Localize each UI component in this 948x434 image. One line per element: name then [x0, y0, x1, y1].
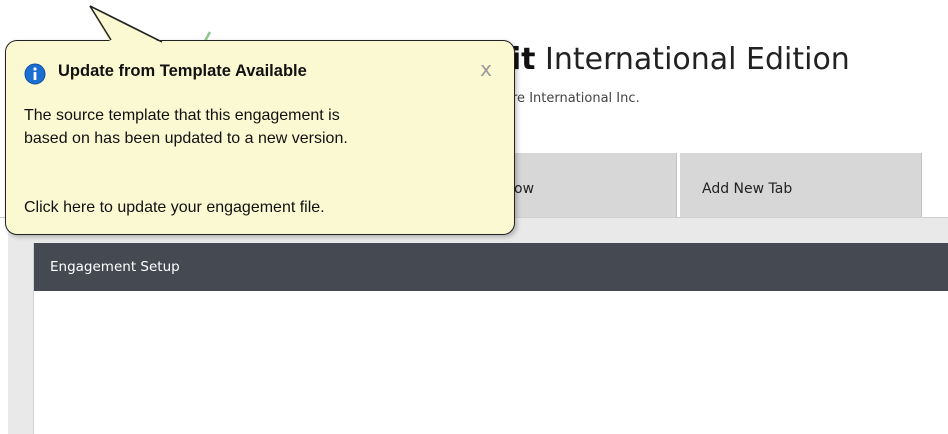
balloon-message: The source template that this engagement… [24, 104, 348, 150]
tab-label: ow [514, 181, 535, 197]
balloon-message-line: based on has been updated to a new versi… [24, 130, 348, 147]
update-engagement-link[interactable]: Click here to update your engagement fil… [24, 199, 325, 217]
tab-label: Add New Tab [702, 181, 793, 197]
balloon-title: Update from Template Available [58, 62, 307, 80]
engagement-setup-panel: Engagement Setup [33, 243, 948, 434]
app-title: udit International Edition [468, 42, 850, 77]
panel-header[interactable]: Engagement Setup [34, 243, 948, 291]
app-title-edition: International Edition [545, 42, 850, 77]
info-icon [24, 63, 46, 85]
app-subtitle: re International Inc. [512, 91, 640, 106]
panel-header-title: Engagement Setup [50, 259, 180, 275]
balloon-message-line: The source template that this engagement… [24, 107, 340, 124]
tab-add-new[interactable]: Add New Tab [680, 153, 922, 217]
balloon-pointer-fill [89, 5, 163, 43]
close-icon[interactable]: x [475, 56, 497, 82]
